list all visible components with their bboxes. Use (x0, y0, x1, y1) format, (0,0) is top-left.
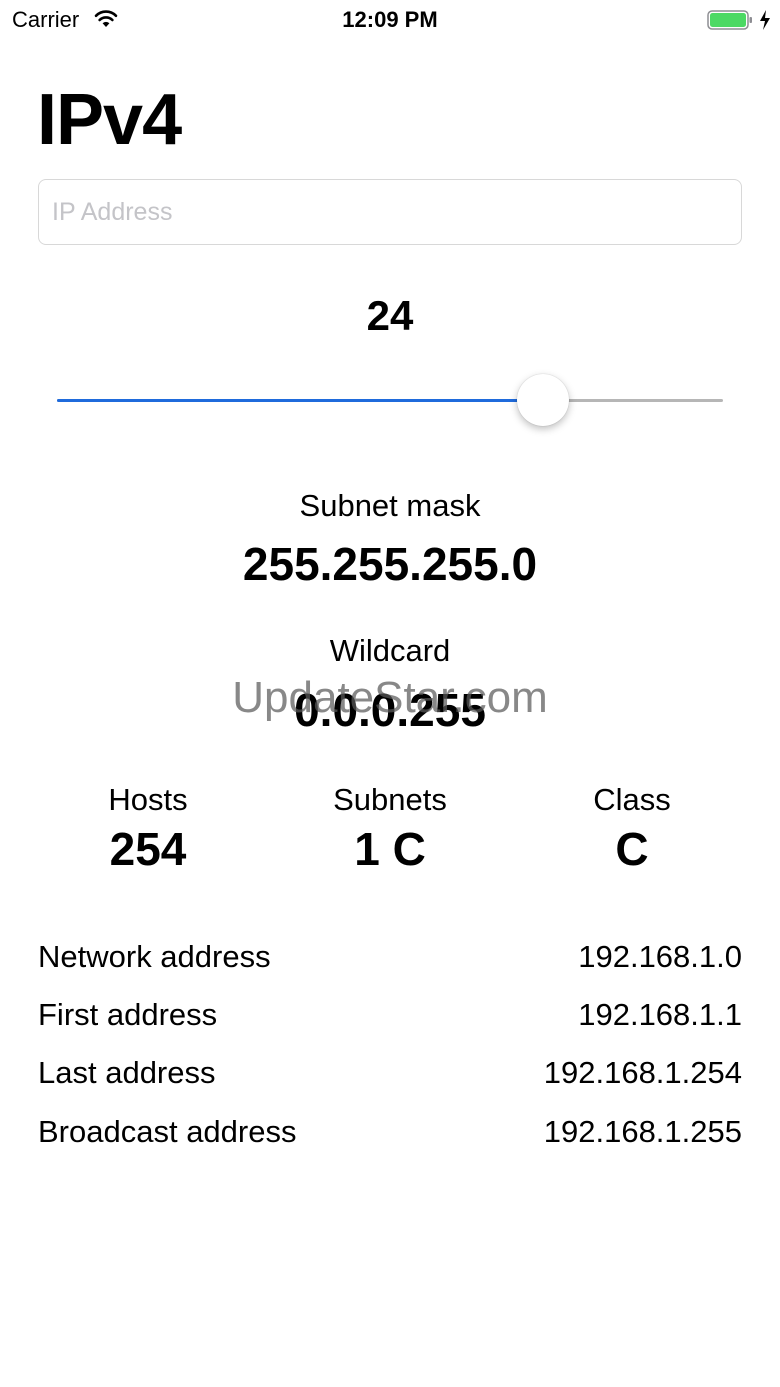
last-address-row: Last address 192.168.1.254 (38, 1051, 742, 1095)
slider-fill (57, 399, 544, 402)
subnet-mask-label: Subnet mask (299, 488, 481, 523)
last-address-label: Last address (38, 1055, 216, 1090)
slider-thumb[interactable] (517, 374, 570, 426)
hosts-stat: Hosts 254 (28, 780, 268, 878)
last-address-value: 192.168.1.254 (543, 1055, 742, 1090)
subnets-value: 1 C (354, 823, 426, 875)
prefix-slider[interactable] (57, 372, 723, 430)
first-address-label: First address (38, 997, 218, 1032)
subnets-label: Subnets (333, 782, 447, 817)
hosts-value: 254 (109, 823, 187, 875)
subnets-stat: Subnets 1 C (270, 780, 510, 878)
broadcast-address-row: Broadcast address 192.168.1.255 (38, 1110, 742, 1154)
wildcard-value: 0.0.0.255 (294, 684, 486, 736)
network-address-label: Network address (38, 939, 271, 974)
class-value: C (615, 823, 649, 875)
prefix-length-value: 24 (366, 292, 414, 339)
ip-address-input[interactable] (38, 179, 742, 245)
status-bar: Carrier 12:09 PM (0, 0, 780, 40)
battery-icon (707, 9, 753, 31)
wildcard-label: Wildcard (329, 633, 451, 668)
hosts-label: Hosts (108, 782, 188, 817)
broadcast-address-value: 192.168.1.255 (543, 1114, 742, 1149)
broadcast-address-label: Broadcast address (38, 1114, 297, 1149)
page-title: IPv4 (37, 80, 182, 160)
charging-icon (758, 9, 772, 31)
class-label: Class (593, 782, 671, 817)
class-stat: Class C (512, 780, 752, 878)
network-address-row: Network address 192.168.1.0 (38, 935, 742, 979)
first-address-row: First address 192.168.1.1 (38, 993, 742, 1037)
status-time: 12:09 PM (342, 7, 438, 32)
first-address-value: 192.168.1.1 (578, 997, 742, 1032)
subnet-mask-value: 255.255.255.0 (242, 538, 538, 590)
network-address-value: 192.168.1.0 (578, 939, 742, 974)
